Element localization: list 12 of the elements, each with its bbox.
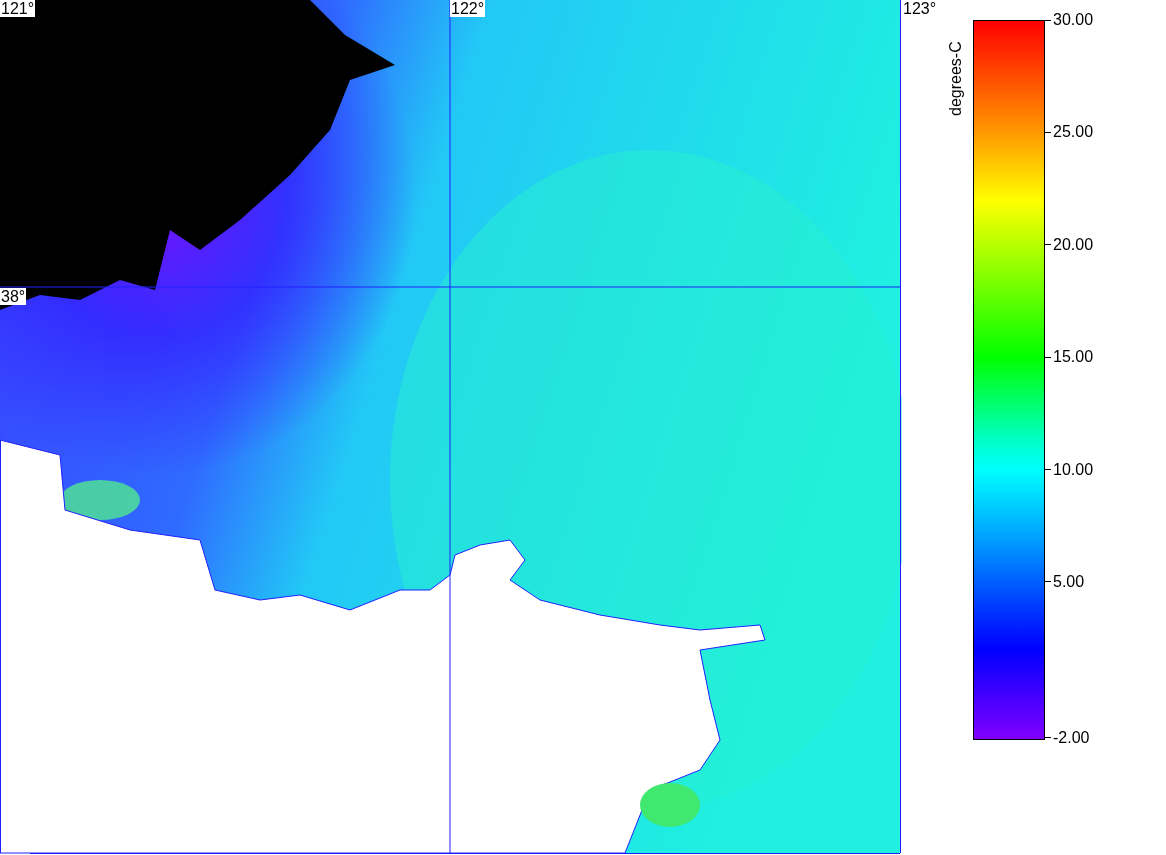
scale-tick-label: 10.00 [1053, 460, 1094, 479]
scale-tick-label: 25.00 [1053, 123, 1094, 142]
longitude-label: 122° [450, 0, 486, 17]
latitude-label: 38° [0, 288, 27, 305]
scale-tick-label: 30.00 [1053, 11, 1094, 29]
scale-tick-label: 15.00 [1053, 348, 1094, 367]
scale-tick-label: 5.00 [1053, 572, 1085, 591]
scale-tick-label: -2.00 [1053, 728, 1090, 747]
longitude-label: 123° [902, 0, 938, 17]
longitude-label: 121° [0, 0, 36, 17]
scale-tick-label: 20.00 [1053, 235, 1094, 254]
unit-label: degrees-C [947, 41, 965, 116]
